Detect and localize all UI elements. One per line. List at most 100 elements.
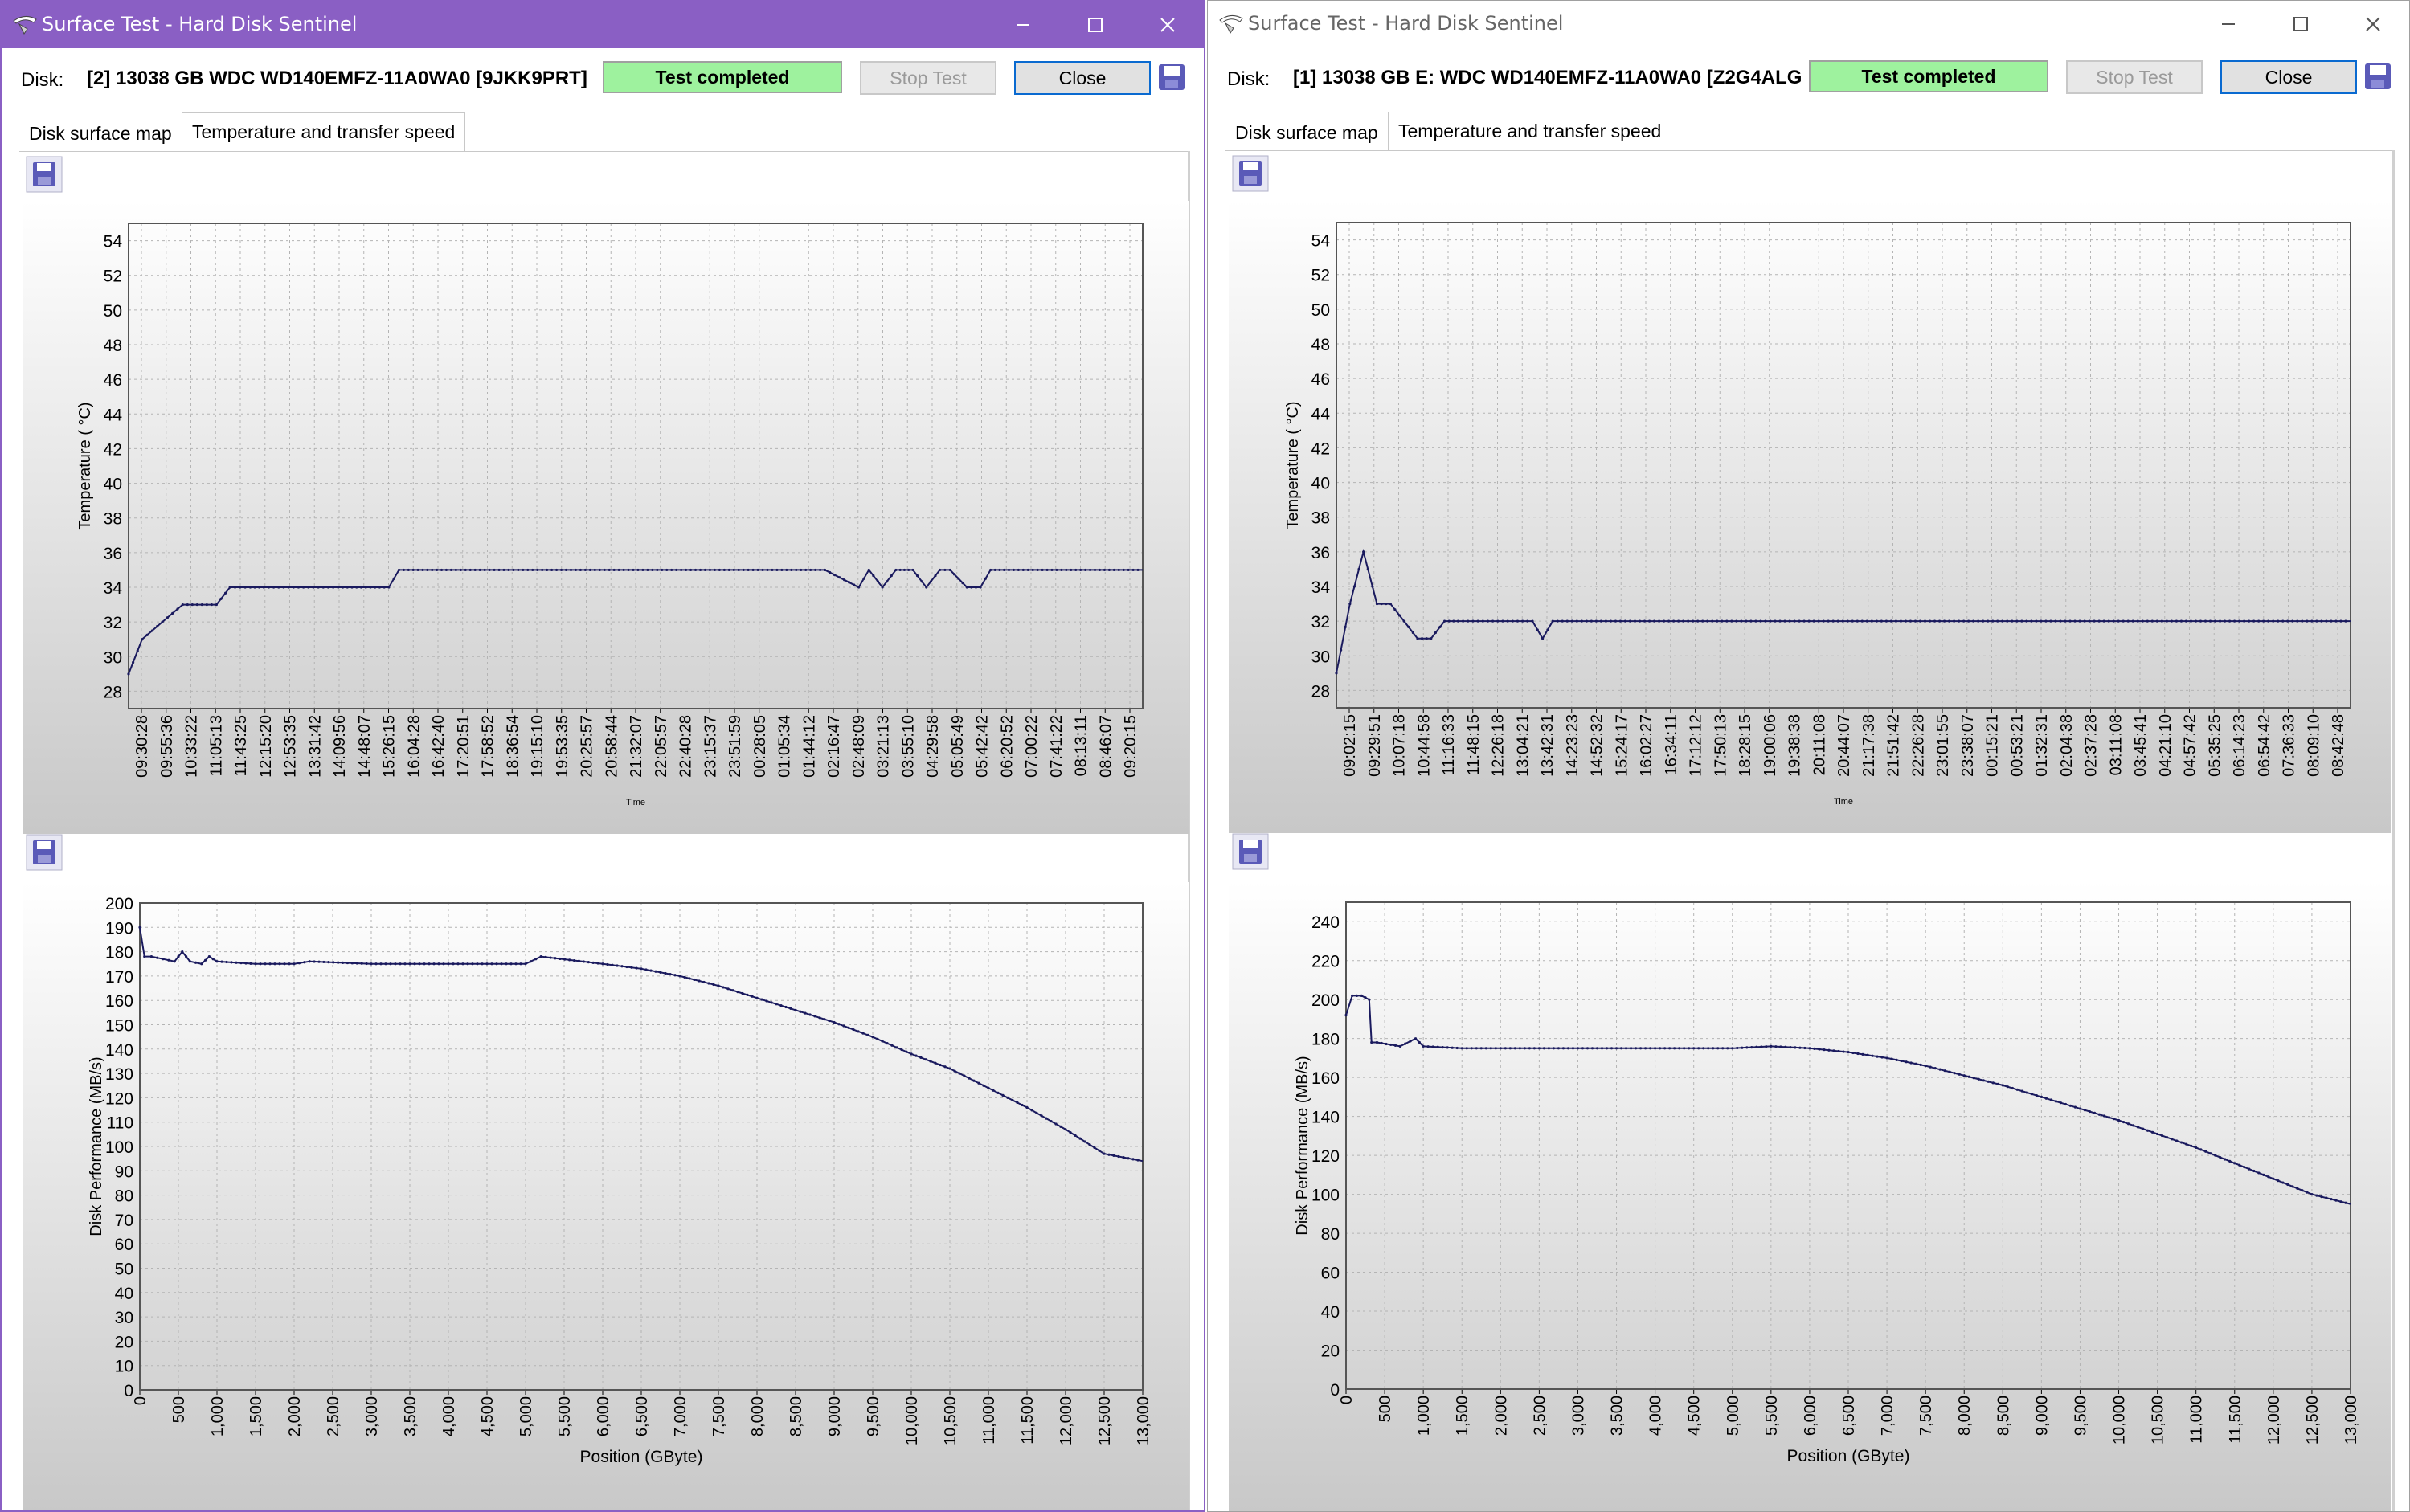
tab-temperature-transfer-speed[interactable]: Temperature and transfer speed bbox=[1388, 112, 1672, 150]
x-tick-label: 7,500 bbox=[710, 1396, 728, 1436]
data-point bbox=[171, 611, 174, 615]
x-tick-label: 9,500 bbox=[865, 1396, 882, 1436]
y-tick-label: 40 bbox=[1321, 1303, 1340, 1322]
x-tick-label: 11,000 bbox=[980, 1396, 998, 1445]
data-point bbox=[612, 568, 616, 572]
close-button[interactable]: Close bbox=[2220, 60, 2357, 94]
y-tick-label: 180 bbox=[1311, 1031, 1340, 1049]
data-point bbox=[726, 987, 730, 991]
x-tick-label: 10:44:58 bbox=[1415, 714, 1433, 777]
data-point bbox=[620, 965, 624, 968]
x-tick-label: 03:11:08 bbox=[2107, 714, 2125, 775]
data-point bbox=[689, 568, 693, 572]
data-point bbox=[1958, 619, 1961, 623]
data-point bbox=[1943, 1069, 1946, 1073]
data-point bbox=[1486, 619, 1490, 623]
data-point bbox=[2262, 619, 2265, 623]
data-point bbox=[649, 969, 653, 972]
data-point bbox=[564, 568, 568, 572]
data-point bbox=[233, 586, 237, 589]
x-tick-label: 12:26:18 bbox=[1490, 714, 1508, 777]
data-point bbox=[1375, 602, 1379, 606]
data-point bbox=[303, 961, 306, 964]
data-point bbox=[432, 962, 436, 966]
data-point bbox=[1523, 1047, 1526, 1050]
x-tick-label: 6,500 bbox=[633, 1396, 651, 1436]
data-point bbox=[1677, 619, 1680, 623]
data-point bbox=[1847, 1051, 1850, 1054]
data-point bbox=[2320, 619, 2323, 623]
x-tick-label: 11,500 bbox=[1019, 1396, 1037, 1445]
data-point bbox=[317, 586, 320, 589]
data-point bbox=[431, 568, 434, 572]
data-point bbox=[502, 568, 505, 572]
stop-test-button[interactable]: Stop Test bbox=[2066, 60, 2203, 94]
data-point bbox=[1793, 619, 1796, 623]
data-point bbox=[1841, 619, 1844, 623]
data-point bbox=[1513, 1047, 1516, 1050]
tab-disk-surface-map[interactable]: Disk surface map bbox=[19, 117, 182, 151]
data-point bbox=[579, 568, 583, 572]
data-point bbox=[1078, 1137, 1082, 1140]
data-point bbox=[1870, 619, 1873, 623]
data-point bbox=[436, 568, 439, 572]
maximize-button[interactable] bbox=[2265, 1, 2337, 47]
data-point bbox=[1682, 619, 1685, 623]
data-point bbox=[1393, 1044, 1397, 1048]
window-title: Surface Test - Hard Disk Sentinel bbox=[1248, 12, 1564, 35]
data-point bbox=[680, 568, 683, 572]
data-point bbox=[402, 568, 406, 572]
y-axis-label: Temperature ( °C) bbox=[1284, 401, 1302, 529]
data-point bbox=[1731, 1047, 1734, 1050]
data-point bbox=[1055, 568, 1058, 572]
data-point bbox=[2344, 1201, 2347, 1204]
x-tick-label: 12,500 bbox=[2304, 1396, 2322, 1445]
data-point bbox=[2315, 1194, 2318, 1197]
data-point bbox=[1546, 628, 1549, 631]
tab-temperature-transfer-speed[interactable]: Temperature and transfer speed bbox=[182, 112, 466, 151]
data-point bbox=[915, 574, 919, 578]
data-point bbox=[702, 980, 706, 984]
data-point bbox=[2204, 1150, 2207, 1153]
data-point bbox=[149, 955, 153, 958]
data-point bbox=[173, 960, 176, 963]
data-point bbox=[727, 568, 730, 572]
x-tick-label: 19:38:38 bbox=[1786, 714, 1804, 777]
data-point bbox=[2165, 619, 2168, 623]
maximize-button[interactable] bbox=[1059, 2, 1131, 48]
save-icon[interactable] bbox=[1157, 63, 1186, 92]
data-point bbox=[741, 991, 744, 995]
x-tick-label: 4,000 bbox=[440, 1396, 458, 1436]
minimize-button[interactable] bbox=[2192, 1, 2265, 47]
data-point bbox=[1471, 619, 1475, 623]
x-tick-label: 7,000 bbox=[1879, 1396, 1896, 1436]
stop-test-button[interactable]: Stop Test bbox=[860, 61, 996, 95]
data-point bbox=[731, 989, 734, 992]
title-bar[interactable]: Surface Test - Hard Disk Sentinel bbox=[1208, 1, 2409, 47]
data-point bbox=[2088, 619, 2091, 623]
y-tick-label: 60 bbox=[1321, 1265, 1340, 1283]
data-point bbox=[297, 586, 301, 589]
data-point bbox=[1919, 1063, 1922, 1067]
data-point bbox=[1721, 619, 1724, 623]
minimize-button[interactable] bbox=[987, 2, 1059, 48]
data-point bbox=[857, 586, 861, 589]
close-window-button[interactable] bbox=[2337, 1, 2409, 47]
title-bar[interactable]: Surface Test - Hard Disk Sentinel bbox=[2, 2, 1204, 48]
data-point bbox=[2001, 1084, 2004, 1087]
close-window-button[interactable] bbox=[1131, 2, 1204, 48]
save-icon[interactable] bbox=[2363, 62, 2392, 91]
close-button[interactable]: Close bbox=[1014, 61, 1151, 95]
y-tick-label: 20 bbox=[115, 1333, 133, 1351]
data-point bbox=[541, 568, 544, 572]
data-point bbox=[2175, 619, 2178, 623]
x-tick-label: 10:33:22 bbox=[183, 715, 201, 778]
data-point bbox=[1446, 1046, 1449, 1049]
x-tick-label: 03:21:13 bbox=[875, 715, 893, 778]
data-point bbox=[2344, 619, 2347, 623]
data-point bbox=[766, 568, 769, 572]
data-point bbox=[1069, 1130, 1072, 1134]
data-point bbox=[2117, 619, 2120, 623]
data-point bbox=[1725, 619, 1729, 623]
tab-disk-surface-map[interactable]: Disk surface map bbox=[1225, 116, 1388, 150]
